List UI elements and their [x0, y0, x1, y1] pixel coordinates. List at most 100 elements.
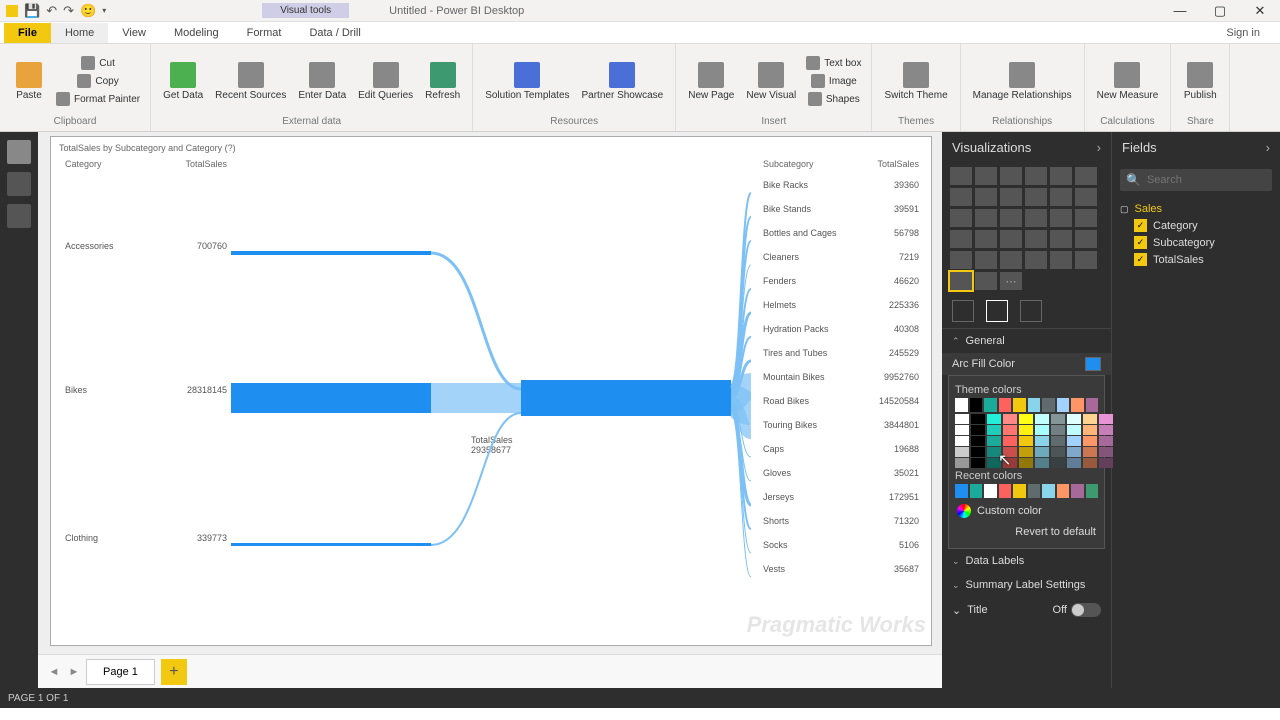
theme-color-swatch[interactable]: [970, 398, 983, 412]
field-subcategory[interactable]: ✓Subcategory: [1120, 234, 1272, 251]
theme-shade-swatch[interactable]: [1003, 414, 1017, 424]
custom-color-button[interactable]: Custom color: [955, 500, 1098, 522]
viz-type-icon[interactable]: [1000, 209, 1022, 227]
format-data-labels[interactable]: ⌄Data Labels: [942, 549, 1111, 573]
solution-templates-button[interactable]: Solution Templates: [481, 60, 573, 103]
theme-shade-swatch[interactable]: [1067, 425, 1081, 435]
viz-type-icon[interactable]: [1050, 167, 1072, 185]
theme-shade-swatch[interactable]: [1051, 414, 1065, 424]
viz-type-icon[interactable]: [975, 251, 997, 269]
theme-shade-swatch[interactable]: [1083, 414, 1097, 424]
page-tab-1[interactable]: Page 1: [86, 659, 155, 685]
viz-type-icon[interactable]: [975, 167, 997, 185]
theme-shade-swatch[interactable]: [1035, 436, 1049, 446]
viz-type-icon[interactable]: [1025, 230, 1047, 248]
recent-color-swatch[interactable]: [1057, 484, 1070, 498]
viz-type-icon[interactable]: [975, 209, 997, 227]
fields-mode-icon[interactable]: [952, 300, 974, 322]
theme-shade-swatch[interactable]: [1035, 425, 1049, 435]
data-view-icon[interactable]: [7, 172, 31, 196]
viz-type-icon[interactable]: [1000, 230, 1022, 248]
analytics-mode-icon[interactable]: [1020, 300, 1042, 322]
format-tab[interactable]: Format: [233, 23, 296, 43]
viz-type-icon[interactable]: [1025, 167, 1047, 185]
recent-color-swatch[interactable]: [999, 484, 1012, 498]
theme-shade-swatch[interactable]: [955, 414, 969, 424]
recent-color-swatch[interactable]: [970, 484, 983, 498]
textbox-button[interactable]: Text box: [804, 55, 863, 71]
report-view-icon[interactable]: [7, 140, 31, 164]
image-button[interactable]: Image: [804, 73, 863, 89]
theme-shade-swatch[interactable]: [1083, 447, 1097, 457]
theme-color-swatch[interactable]: [999, 398, 1012, 412]
viz-type-icon[interactable]: [1000, 167, 1022, 185]
viz-type-icon[interactable]: [950, 272, 972, 290]
theme-shade-swatch[interactable]: [971, 425, 985, 435]
theme-shade-swatch[interactable]: [971, 436, 985, 446]
recent-sources-button[interactable]: Recent Sources: [211, 60, 290, 103]
theme-color-swatch[interactable]: [1057, 398, 1070, 412]
theme-shade-swatch[interactable]: [955, 447, 969, 457]
viz-type-icon[interactable]: [950, 230, 972, 248]
save-icon[interactable]: 💾: [24, 3, 40, 19]
theme-shade-swatch[interactable]: [1067, 447, 1081, 457]
new-measure-button[interactable]: New Measure: [1093, 60, 1163, 103]
theme-shade-swatch[interactable]: [1099, 458, 1113, 468]
model-view-icon[interactable]: [7, 204, 31, 228]
format-general[interactable]: ⌃General: [942, 329, 1111, 353]
viz-type-icon[interactable]: [1000, 251, 1022, 269]
viz-pane-collapse-icon[interactable]: ›: [1097, 140, 1101, 155]
modeling-tab[interactable]: Modeling: [160, 23, 233, 43]
theme-shade-swatch[interactable]: [971, 414, 985, 424]
shapes-button[interactable]: Shapes: [804, 91, 863, 107]
report-canvas[interactable]: TotalSales by Subcategory and Category (…: [38, 132, 942, 688]
edit-queries-button[interactable]: Edit Queries: [354, 60, 417, 103]
fields-search[interactable]: 🔍: [1120, 169, 1272, 191]
publish-button[interactable]: Publish: [1179, 60, 1221, 103]
fields-pane-collapse-icon[interactable]: ›: [1266, 140, 1270, 155]
theme-shade-swatch[interactable]: [1003, 425, 1017, 435]
theme-shade-swatch[interactable]: [1003, 447, 1017, 457]
recent-color-swatch[interactable]: [1042, 484, 1055, 498]
field-totalsales[interactable]: ✓TotalSales: [1120, 251, 1272, 268]
home-tab[interactable]: Home: [51, 23, 108, 43]
viz-type-icon[interactable]: [950, 167, 972, 185]
theme-color-swatch[interactable]: [984, 398, 997, 412]
recent-color-swatch[interactable]: [1013, 484, 1026, 498]
theme-color-swatch[interactable]: [955, 398, 968, 412]
partner-showcase-button[interactable]: Partner Showcase: [578, 60, 668, 103]
theme-shade-swatch[interactable]: [987, 447, 1001, 457]
field-category[interactable]: ✓Category: [1120, 217, 1272, 234]
page-next[interactable]: ►: [64, 666, 84, 678]
sankey-visual[interactable]: TotalSales by Subcategory and Category (…: [50, 136, 932, 646]
revert-default-button[interactable]: Revert to default: [955, 522, 1098, 542]
viz-type-icon[interactable]: [950, 188, 972, 206]
get-data-button[interactable]: Get Data: [159, 60, 207, 103]
theme-color-swatch[interactable]: [1013, 398, 1026, 412]
viz-type-icon[interactable]: [1075, 167, 1097, 185]
recent-color-swatch[interactable]: [1071, 484, 1084, 498]
viz-type-icon[interactable]: [1075, 188, 1097, 206]
file-tab[interactable]: File: [4, 23, 51, 43]
new-visual-button[interactable]: New Visual: [742, 60, 800, 103]
title-toggle[interactable]: [1071, 603, 1101, 617]
fields-search-input[interactable]: [1147, 174, 1266, 186]
viz-type-icon[interactable]: [975, 188, 997, 206]
viz-type-icon[interactable]: [1000, 188, 1022, 206]
close-button[interactable]: ✕: [1240, 3, 1280, 19]
theme-shade-swatch[interactable]: [955, 425, 969, 435]
viz-type-icon[interactable]: [1050, 230, 1072, 248]
viz-type-icon[interactable]: [1050, 209, 1072, 227]
theme-color-swatch[interactable]: [1086, 398, 1099, 412]
theme-shade-swatch[interactable]: [1019, 447, 1033, 457]
minimize-button[interactable]: —: [1160, 3, 1200, 19]
format-painter-button[interactable]: Format Painter: [54, 91, 142, 107]
recent-color-swatch[interactable]: [1086, 484, 1099, 498]
smile-icon[interactable]: 🙂: [80, 3, 96, 19]
theme-shade-swatch[interactable]: [1019, 458, 1033, 468]
theme-shade-swatch[interactable]: [1035, 414, 1049, 424]
table-sales[interactable]: ▢Sales: [1120, 201, 1272, 217]
recent-color-swatch[interactable]: [1028, 484, 1041, 498]
theme-shade-swatch[interactable]: [955, 458, 969, 468]
theme-shade-swatch[interactable]: [1067, 436, 1081, 446]
